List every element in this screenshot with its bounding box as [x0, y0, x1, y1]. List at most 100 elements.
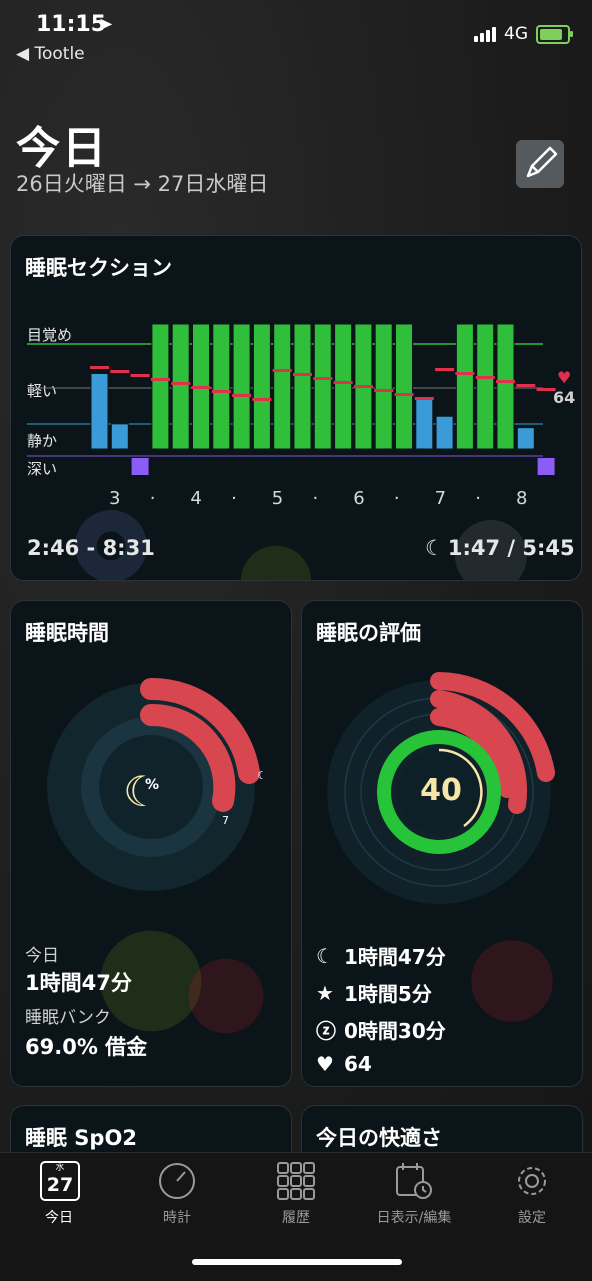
today-value: 1時間47分	[25, 971, 132, 995]
hypnogram-bar-deep	[131, 458, 149, 475]
heart-rate-marker	[496, 380, 515, 383]
signal-icon	[474, 26, 496, 42]
hypnogram-bar-light	[516, 427, 535, 450]
hypnogram-bar-light	[110, 423, 129, 450]
tab-settings-label: 設定	[518, 1210, 546, 1226]
heart-rate-marker	[394, 393, 414, 396]
hypnogram-bar-awake	[252, 323, 271, 450]
heart-rate-marker	[191, 386, 211, 389]
hypnogram-bar-light	[90, 373, 109, 450]
page-title: 今日	[16, 123, 108, 174]
gear-decoration-icon	[240, 545, 312, 580]
time-range: 2:46 - 8:31	[27, 536, 155, 560]
heart-rate-marker	[475, 376, 495, 379]
star-icon: ★	[316, 980, 334, 1005]
hypnogram-bar-deep	[537, 458, 555, 475]
heart-rate-marker	[90, 366, 109, 369]
heart-rate-marker	[272, 369, 292, 372]
tab-clock-label: 時計	[163, 1210, 191, 1226]
sleep-time-card[interactable]: 睡眠時間 ☾ ☾ % 7 今日 1時間47分 睡眠バンク 69.0% 借金	[10, 600, 292, 1087]
sleep-section-card[interactable]: 睡眠セクション 目覚め 軽い 静か 深い ♥ 64 3 · 4 · 5 · 6 · 7 · 8 2:…	[10, 235, 582, 581]
hour-tick-label: ·	[312, 488, 319, 509]
hypnogram-bar-awake	[455, 323, 474, 450]
heart-rate-marker	[455, 372, 475, 375]
tab-day-view-label: 日表示/編集	[376, 1210, 452, 1226]
tab-history-label: 履歴	[282, 1210, 310, 1226]
battery-icon	[536, 24, 573, 44]
hypnogram-bar-awake	[232, 323, 251, 450]
back-to-app-link[interactable]: ◀ Tootle	[16, 44, 85, 64]
heart-rate-marker	[313, 377, 333, 380]
back-app-label: Tootle	[34, 44, 85, 64]
sleep-spo2-title: 睡眠 SpO2	[25, 1126, 137, 1150]
hour-tick-label: 8	[516, 488, 528, 509]
status-indicators: 4G	[474, 24, 573, 44]
hour-tick-label: 7	[434, 488, 447, 509]
hypnogram-bar-awake	[476, 323, 495, 450]
rating-stat-row: ♥ 64	[316, 1052, 446, 1076]
heart-rate-marker	[252, 398, 272, 401]
calendar-day: 27	[46, 1174, 74, 1196]
tab-clock[interactable]: 時計	[118, 1153, 236, 1243]
comfort-title: 今日の快適さ	[316, 1126, 442, 1150]
heart-rate-marker	[353, 385, 373, 388]
location-arrow-icon: ➤	[98, 14, 114, 35]
moon-icon: ☾	[425, 536, 444, 560]
home-indicator[interactable]	[192, 1259, 402, 1265]
status-time: 11:15	[36, 12, 107, 37]
calendar-icon: 水 27	[40, 1161, 80, 1201]
hypnogram-bar-awake	[212, 323, 231, 450]
sleep-section-title: 睡眠セクション	[25, 256, 172, 280]
rating-stat-value: 1時間5分	[344, 982, 432, 1006]
center-symbol: %	[145, 777, 160, 793]
hypnogram-bar-awake	[273, 323, 292, 450]
ring-badge: 7	[222, 814, 229, 827]
sleep-bank-label: 睡眠バンク	[25, 1008, 111, 1028]
hypnogram-bar-awake	[293, 323, 312, 450]
sleep-ratio: ☾ 1:47 / 5:45	[425, 536, 575, 560]
moon-icon: ☾	[316, 943, 334, 968]
hour-tick-label: 4	[190, 488, 202, 509]
heart-rate-marker	[232, 394, 252, 397]
rating-stat-row: ⓩ 0時間30分	[316, 1015, 446, 1044]
tab-settings[interactable]: 設定	[473, 1153, 591, 1243]
heart-rate-marker	[516, 384, 536, 387]
hour-tick-label: ·	[393, 488, 400, 509]
sleep-ratio-value: 1:47 / 5:45	[447, 536, 575, 560]
sleep-rating-card[interactable]: 睡眠の評価 40 ☾ 1時間47分 ★ 1時間5分 ⓩ 0時間30分 ♥ 64	[301, 600, 583, 1087]
tab-day-view[interactable]: 日表示/編集	[355, 1153, 473, 1243]
grid-icon	[277, 1162, 315, 1200]
heart-rate-marker	[211, 390, 231, 393]
hypnogram-bar-awake	[151, 323, 170, 450]
heart-rate-marker	[171, 382, 191, 385]
heart-rate-marker	[150, 378, 170, 381]
sleep-bank-value: 69.0% 借金	[25, 1035, 148, 1059]
pencil-icon	[526, 146, 558, 178]
hypnogram-chart	[27, 323, 556, 475]
tab-today[interactable]: 水 27 今日	[0, 1153, 118, 1243]
rating-stat-value: 1時間47分	[344, 945, 446, 969]
tab-history[interactable]: 履歴	[237, 1153, 355, 1243]
hypnogram-bar-awake	[374, 323, 393, 450]
hypnogram-bar-awake	[313, 323, 332, 450]
calendar-clock-icon	[396, 1163, 432, 1199]
rating-stat-value: 0時間30分	[344, 1019, 446, 1043]
sleep-rating-title: 睡眠の評価	[316, 621, 421, 645]
gear-decoration-icon	[188, 958, 264, 1034]
heart-rate-value: 64	[553, 388, 576, 407]
edit-button[interactable]	[516, 140, 564, 188]
heart-rate-marker	[435, 368, 455, 371]
hypnogram-bar-light	[435, 415, 454, 450]
sleep-time-title: 睡眠時間	[25, 621, 109, 645]
heart-icon: ♥	[316, 1052, 334, 1076]
rating-stats-list: ☾ 1時間47分 ★ 1時間5分 ⓩ 0時間30分 ♥ 64	[316, 941, 446, 1084]
hypnogram-bar-awake	[395, 323, 413, 450]
hour-tick-label: ·	[475, 488, 482, 509]
rating-stat-row: ☾ 1時間47分	[316, 941, 446, 970]
hypnogram-bar-awake	[334, 323, 353, 450]
hypnogram-bar-light	[415, 396, 434, 450]
rating-stat-row: ★ 1時間5分	[316, 978, 446, 1007]
rating-stat-value: 64	[344, 1052, 372, 1076]
gear-icon	[518, 1167, 546, 1195]
hour-axis: 3 · 4 · 5 · 6 · 7 · 8	[11, 488, 581, 512]
